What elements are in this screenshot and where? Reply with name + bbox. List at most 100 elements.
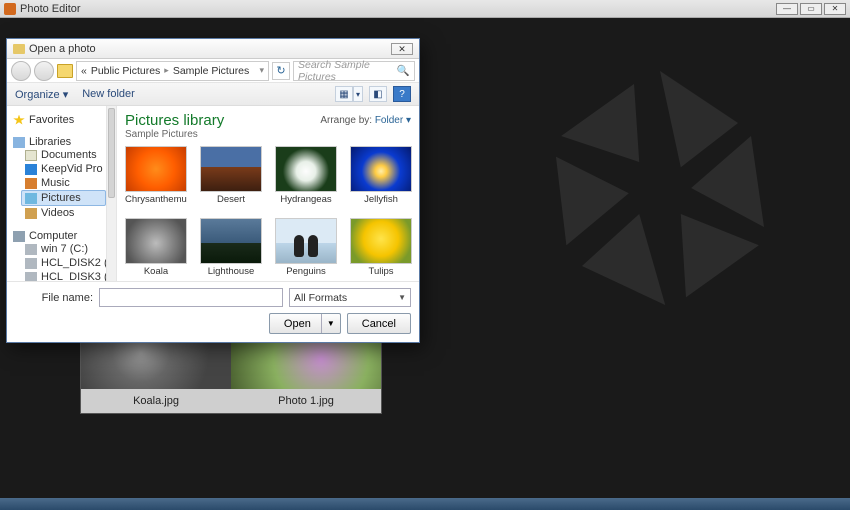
search-placeholder: Search Sample Pictures: [298, 59, 397, 83]
file-thumbnail[interactable]: Chrysanthemum: [125, 146, 187, 205]
taskbar[interactable]: [0, 498, 850, 510]
aperture-watermark-icon: [530, 58, 790, 318]
dialog-title: Open a photo: [29, 43, 96, 55]
sidebar-item-keepvid[interactable]: KeepVid Pro: [13, 162, 106, 176]
thumbnails-icon: ▦: [335, 86, 353, 102]
thumbnail-label: Jellyfish: [350, 194, 412, 205]
file-thumbnail[interactable]: Jellyfish: [350, 146, 412, 205]
sidebar-item-videos[interactable]: Videos: [13, 206, 106, 220]
document-icon: [25, 150, 37, 161]
computer-icon: [13, 231, 25, 242]
app-title: Photo Editor: [20, 3, 81, 15]
file-name-input[interactable]: [99, 288, 283, 307]
photo-caption: Koala.jpg: [81, 389, 231, 413]
pictures-icon: [25, 193, 37, 204]
scrollbar-thumb[interactable]: [108, 108, 115, 198]
photo-caption: Photo 1.jpg: [231, 389, 381, 413]
sidebar-item-documents[interactable]: Documents: [13, 148, 106, 162]
dialog-toolbar: Organize ▾ New folder ▦ ▾ ◧ ?: [7, 83, 419, 106]
star-icon: [13, 115, 25, 126]
app-maximize-button[interactable]: ▭: [800, 3, 822, 15]
thumbnail-label: Koala: [125, 266, 187, 277]
open-button[interactable]: Open▼: [269, 313, 341, 334]
dialog-close-button[interactable]: ✕: [391, 43, 413, 55]
new-folder-button[interactable]: New folder: [82, 88, 135, 100]
dialog-sidebar: Favorites Libraries Documents KeepVid Pr…: [7, 106, 107, 281]
breadcrumb-prefix: «: [81, 65, 87, 77]
sidebar-item-pictures[interactable]: Pictures: [21, 190, 106, 206]
sidebar-item-music[interactable]: Music: [13, 176, 106, 190]
thumbnail-image: [200, 146, 262, 192]
dialog-content: Pictures library Sample Pictures Arrange…: [117, 106, 419, 281]
nav-back-button[interactable]: [11, 61, 31, 81]
chevron-down-icon[interactable]: ▾: [353, 86, 363, 102]
file-thumbnail[interactable]: Koala: [125, 218, 187, 277]
thumbnail-label: Hydrangeas: [275, 194, 337, 205]
drive-icon: [25, 258, 37, 269]
search-icon: 🔍: [397, 64, 410, 77]
thumbnail-label: Tulips: [350, 266, 412, 277]
file-name-label: File name:: [15, 292, 93, 304]
help-button[interactable]: ?: [393, 86, 411, 102]
file-thumbnail[interactable]: Penguins: [275, 218, 337, 277]
dialog-titlebar[interactable]: Open a photo ✕: [7, 39, 419, 59]
thumbnail-image: [200, 218, 262, 264]
folder-icon: [57, 64, 73, 78]
file-thumbnail[interactable]: Desert: [200, 146, 262, 205]
cancel-button[interactable]: Cancel: [347, 313, 411, 334]
app-close-button[interactable]: ✕: [824, 3, 846, 15]
chevron-down-icon[interactable]: ▾: [259, 65, 264, 76]
library-title: Pictures library: [125, 112, 224, 129]
view-mode-button[interactable]: ▦ ▾: [335, 86, 363, 102]
app-titlebar: Photo Editor — ▭ ✕: [0, 0, 850, 18]
search-input[interactable]: Search Sample Pictures 🔍: [293, 61, 415, 81]
sidebar-favorites[interactable]: Favorites: [13, 114, 106, 126]
arrange-by-dropdown[interactable]: Folder ▾: [375, 115, 411, 126]
music-icon: [25, 178, 37, 189]
thumbnail-label: Penguins: [275, 266, 337, 277]
video-icon: [25, 208, 37, 219]
open-file-dialog: Open a photo ✕ « Public Pictures ▸ Sampl…: [6, 38, 420, 343]
folder-icon: [13, 44, 25, 54]
library-icon: [13, 137, 25, 148]
thumbnail-label: Chrysanthemum: [125, 194, 187, 205]
file-thumbnail[interactable]: Hydrangeas: [275, 146, 337, 205]
thumbnail-image: [125, 218, 187, 264]
drive-icon: [25, 272, 37, 282]
sidebar-item-drive-d[interactable]: HCL_DISK2 (D:): [13, 256, 106, 270]
breadcrumb[interactable]: « Public Pictures ▸ Sample Pictures ▾: [76, 61, 269, 81]
file-type-filter[interactable]: All Formats▼: [289, 288, 411, 307]
nav-forward-button[interactable]: [34, 61, 54, 81]
thumbnail-image: [275, 218, 337, 264]
file-thumbnail[interactable]: Lighthouse: [200, 218, 262, 277]
chevron-down-icon[interactable]: ▼: [321, 314, 340, 333]
sidebar-item-drive-c[interactable]: win 7 (C:): [13, 242, 106, 256]
dialog-footer: File name: All Formats▼ Open▼ Cancel: [7, 281, 419, 342]
preview-pane-button[interactable]: ◧: [369, 86, 387, 102]
app-minimize-button[interactable]: —: [776, 3, 798, 15]
breadcrumb-segment[interactable]: Public Pictures: [91, 65, 160, 77]
thumbnail-label: Desert: [200, 194, 262, 205]
thumbnail-image: [275, 146, 337, 192]
thumbnail-grid: Chrysanthemum Desert Hydrangeas Jellyfish Ko…: [125, 146, 411, 277]
dialog-nav-row: « Public Pictures ▸ Sample Pictures ▾ ↻ …: [7, 59, 419, 83]
thumbnail-image: [350, 218, 412, 264]
organize-menu[interactable]: Organize ▾: [15, 88, 68, 101]
thumbnail-label: Lighthouse: [200, 266, 262, 277]
drive-icon: [25, 244, 37, 255]
app-icon: [4, 3, 16, 15]
file-thumbnail[interactable]: Tulips: [350, 218, 412, 277]
thumbnail-image: [350, 146, 412, 192]
refresh-button[interactable]: ↻: [272, 62, 290, 80]
library-subtitle: Sample Pictures: [125, 129, 224, 140]
sidebar-scrollbar[interactable]: [107, 106, 117, 281]
thumbnail-image: [125, 146, 187, 192]
app-icon: [25, 164, 37, 175]
sidebar-libraries[interactable]: Libraries: [13, 136, 106, 148]
breadcrumb-segment[interactable]: Sample Pictures: [173, 65, 249, 77]
sidebar-item-drive-e[interactable]: HCL_DISK3 (E:): [13, 270, 106, 281]
sidebar-computer[interactable]: Computer: [13, 230, 106, 242]
chevron-right-icon: ▸: [164, 65, 169, 76]
app-workspace: Koala.jpg Photo 1.jpg Open a photo ✕ « P…: [0, 18, 850, 498]
chevron-down-icon: ▼: [398, 293, 406, 302]
